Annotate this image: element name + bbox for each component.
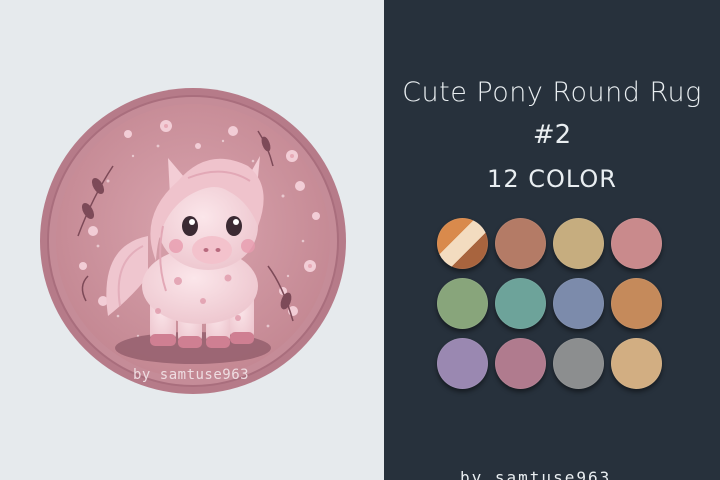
title-color-count: 12 COLOR bbox=[487, 165, 617, 193]
rug-image bbox=[38, 86, 348, 396]
title-number: #2 bbox=[532, 120, 572, 150]
color-swatch-dusty-rose[interactable] bbox=[611, 218, 662, 269]
color-swatch-sage-green[interactable] bbox=[437, 278, 488, 329]
color-swatch-terracotta-brown[interactable] bbox=[495, 218, 546, 269]
rug-illustration bbox=[40, 88, 346, 394]
color-swatch-caramel[interactable] bbox=[611, 278, 662, 329]
color-swatch-teal-green[interactable] bbox=[495, 278, 546, 329]
color-swatch-wheat[interactable] bbox=[611, 338, 662, 389]
color-swatch-mauve[interactable] bbox=[495, 338, 546, 389]
color-swatch-grid bbox=[437, 218, 667, 389]
product-title: Cute Pony Round Rug #2 12 COLOR bbox=[384, 74, 720, 198]
color-swatch-grey[interactable] bbox=[553, 338, 604, 389]
color-swatch-multi-orange-cream-brown[interactable] bbox=[437, 218, 488, 269]
pony-cheek-right bbox=[241, 239, 255, 253]
color-swatch-slate-blue[interactable] bbox=[553, 278, 604, 329]
watermark: by samtuse963 bbox=[133, 367, 250, 383]
color-swatch-lavender[interactable] bbox=[437, 338, 488, 389]
pony-cheek-left bbox=[169, 239, 183, 253]
color-swatch-sand-beige[interactable] bbox=[553, 218, 604, 269]
footer-watermark: by samtuse963 bbox=[460, 468, 612, 480]
title-name: Cute Pony Round Rug bbox=[402, 77, 702, 108]
pony-muzzle bbox=[192, 236, 232, 264]
